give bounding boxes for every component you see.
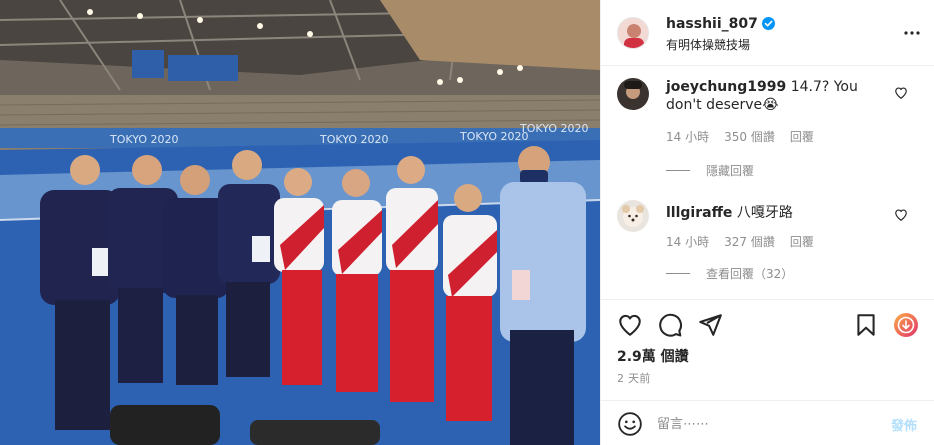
toggle-replies-button[interactable]: 隱藏回覆 (666, 162, 754, 179)
reel-download-icon[interactable] (893, 312, 919, 338)
reply-button[interactable]: 回覆 (790, 128, 814, 145)
comment-body: 八嘎牙路 (736, 205, 793, 221)
author-username-text[interactable]: hasshii_807 (666, 16, 758, 32)
like-comment-heart-icon[interactable] (894, 208, 908, 222)
like-count[interactable]: 2.9萬 個讚 (617, 346, 689, 366)
signage-text: TOKYO 2020 (459, 130, 528, 143)
comment-meta: 14 小時 327 個讚 回覆 (666, 233, 814, 250)
team-photo-illustration: TOKYO 2020 TOKYO 2020 TOKYO 2020 TOKYO 2… (0, 0, 600, 445)
commenter-username[interactable]: joeychung1999 (666, 79, 786, 95)
post-photo[interactable]: TOKYO 2020 TOKYO 2020 TOKYO 2020 TOKYO 2… (0, 0, 600, 445)
comment-emoji: 😭 (762, 97, 779, 113)
signage-text: TOKYO 2020 (519, 122, 588, 135)
post-location[interactable]: 有明体操競技場 (666, 36, 750, 53)
comment-like-count[interactable]: 327 個讚 (724, 233, 775, 250)
comment-text: lllgiraffe 八嘎牙路 (666, 204, 884, 222)
comment-text: joeychung1999 14.7? You don't deserve😭 (666, 78, 884, 114)
commenter-avatar[interactable] (617, 78, 649, 110)
signage-text: TOKYO 2020 (109, 133, 178, 146)
replies-divider (666, 273, 690, 274)
like-heart-icon[interactable] (617, 312, 643, 338)
post-modal: TOKYO 2020 TOKYO 2020 TOKYO 2020 TOKYO 2… (0, 0, 934, 445)
comment-time[interactable]: 14 小時 (666, 233, 709, 250)
emoji-smiley-icon[interactable] (617, 411, 643, 437)
comment-input[interactable] (657, 413, 877, 435)
comment-time[interactable]: 14 小時 (666, 128, 709, 145)
save-bookmark-icon[interactable] (853, 312, 879, 338)
comment-item: joeychung1999 14.7? You don't deserve😭 1… (601, 76, 934, 186)
comment-like-count[interactable]: 350 個讚 (724, 128, 775, 145)
more-options-icon[interactable] (903, 24, 921, 42)
toggle-replies-label[interactable]: 隱藏回覆 (706, 162, 754, 179)
view-replies-label[interactable]: 查看回覆（32） (706, 265, 793, 282)
comment-bubble-icon[interactable] (657, 312, 683, 338)
commenter-avatar[interactable] (617, 200, 649, 232)
author-username[interactable]: hasshii_807 (666, 16, 775, 32)
post-timestamp[interactable]: 2 天前 (617, 370, 651, 386)
author-avatar[interactable] (617, 17, 649, 49)
view-replies-button[interactable]: 查看回覆（32） (666, 265, 793, 282)
commenter-username[interactable]: lllgiraffe (666, 205, 732, 221)
comment-item: lllgiraffe 八嘎牙路 14 小時 327 個讚 回覆 查看回覆（32） (601, 198, 934, 288)
post-header: hasshii_807 有明体操競技場 (601, 0, 934, 66)
post-actions: 2.9萬 個讚 2 天前 發佈 (601, 299, 934, 445)
replies-divider (666, 170, 690, 171)
post-comment-button[interactable]: 發佈 (891, 415, 917, 434)
like-comment-heart-icon[interactable] (894, 86, 908, 100)
comment-composer: 發佈 (601, 400, 934, 445)
share-send-icon[interactable] (697, 312, 723, 338)
comment-meta: 14 小時 350 個讚 回覆 (666, 128, 814, 145)
reply-button[interactable]: 回覆 (790, 233, 814, 250)
post-sidebar: hasshii_807 有明体操競技場 joeychung1999 14.7? … (600, 0, 934, 445)
verified-badge-icon (761, 17, 775, 30)
